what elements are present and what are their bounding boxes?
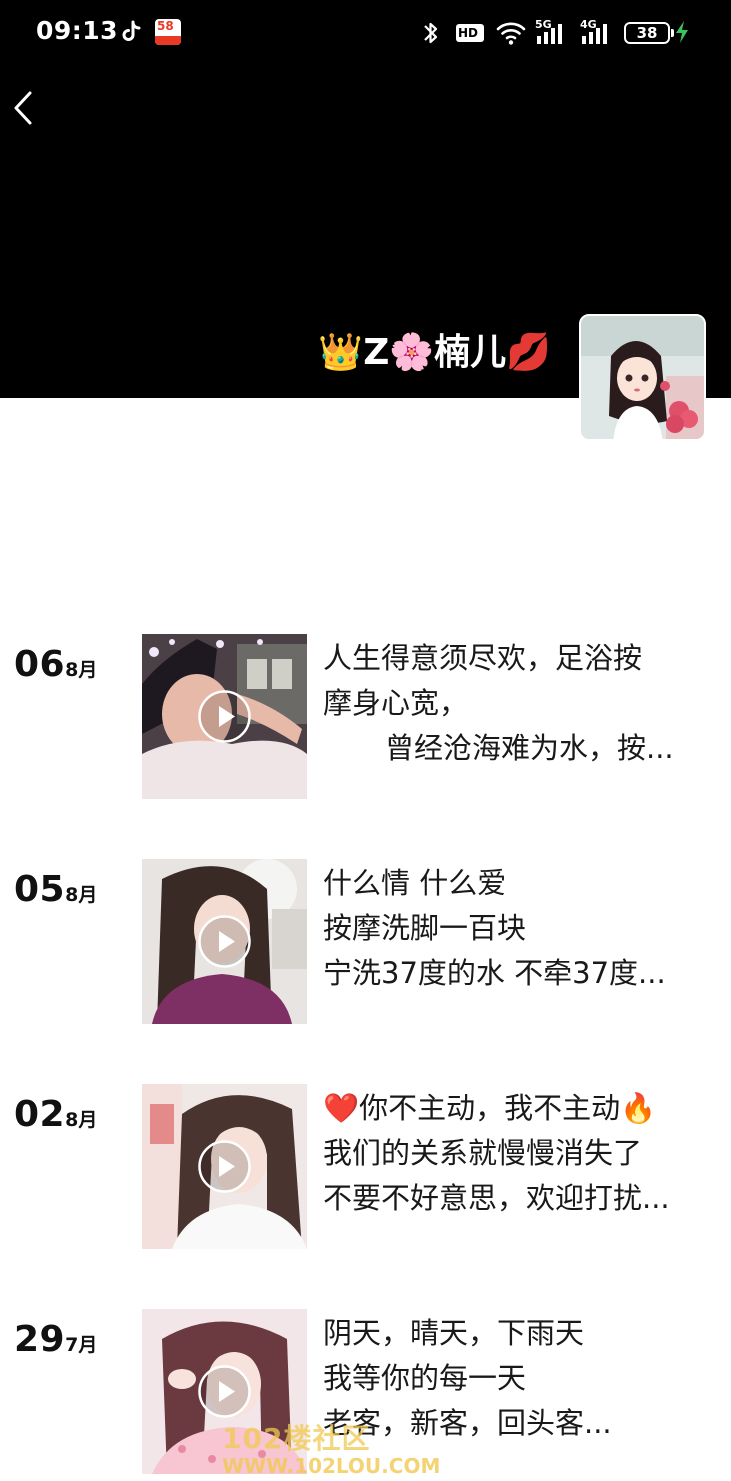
signal-5g-icon: 5G: [535, 16, 571, 50]
profile-name: 👑Z🌸楠儿💋: [318, 332, 551, 373]
tiktok-notification-icon: [122, 20, 141, 41]
video-thumbnail[interactable]: [142, 1084, 307, 1249]
moment-month: 7月: [65, 1334, 98, 1356]
signal-4g-icon: 4G: [580, 16, 616, 50]
caption-line: 阴天，晴天，下雨天: [323, 1316, 585, 1350]
moment-date: 068月: [14, 644, 97, 685]
play-icon: [198, 690, 251, 743]
video-thumbnail[interactable]: [142, 1309, 307, 1474]
profile-avatar[interactable]: [579, 314, 706, 441]
app-58-notification-icon: 58: [155, 19, 181, 45]
caption-line: 人生得意须尽欢，足浴按: [323, 641, 643, 675]
avatar-illustration: [581, 316, 704, 439]
caption-line: ❤️你不主动，我不主动🔥: [323, 1091, 657, 1125]
moment-item[interactable]: 297月 阴天，晴天，下雨天 我等你的每一天 老客，新客，回头客...: [0, 1309, 731, 1474]
battery-level: 38: [636, 24, 658, 42]
play-icon: [198, 1365, 251, 1418]
moment-date: 058月: [14, 869, 97, 910]
caption-line: 不要不好意思，欢迎打扰...: [323, 1181, 670, 1215]
play-icon: [198, 1140, 251, 1193]
moment-day: 29: [14, 1319, 66, 1360]
moment-item[interactable]: 028月 ❤️你不主动，我不主动🔥 我们的关系就慢慢消失了 不要不好意思，欢迎打…: [0, 1084, 731, 1249]
caption-line: 摩身心宽，: [323, 686, 469, 720]
moment-date: 297月: [14, 1319, 97, 1360]
moment-month: 8月: [65, 884, 98, 906]
moment-month: 8月: [65, 659, 98, 681]
play-icon: [198, 915, 251, 968]
moment-item[interactable]: 058月 什么情 什么爱 按摩洗脚一百块 宁洗37度的水 不牵37度...: [0, 859, 731, 1024]
status-time: 09:13: [36, 16, 119, 45]
moment-date: 028月: [14, 1094, 97, 1135]
caption-line: 我等你的每一天: [323, 1361, 527, 1395]
moment-day: 05: [14, 869, 66, 910]
moment-caption: ❤️你不主动，我不主动🔥 我们的关系就慢慢消失了 不要不好意思，欢迎打扰...: [323, 1086, 703, 1221]
caption-line: 曾经沧海难为水，按...: [385, 731, 674, 765]
moment-caption: 阴天，晴天，下雨天 我等你的每一天 老客，新客，回头客...: [323, 1311, 703, 1446]
back-button[interactable]: [6, 86, 46, 130]
video-thumbnail[interactable]: [142, 859, 307, 1024]
wifi-icon: [496, 22, 526, 45]
moments-page: 09:13 58 HD 5G 4G 38 👑Z🌸楠儿💋 068月 人生得意须尽欢…: [0, 0, 731, 1481]
hd-voice-icon: HD: [455, 16, 485, 50]
moment-day: 06: [14, 644, 66, 685]
charging-icon: [676, 21, 688, 43]
caption-line: 老客，新客，回头客...: [323, 1406, 612, 1440]
caption-line: 宁洗37度的水 不牵37度...: [323, 956, 666, 990]
caption-line: 按摩洗脚一百块: [323, 911, 527, 945]
video-thumbnail[interactable]: [142, 634, 307, 799]
caption-line: 什么情 什么爱: [323, 866, 507, 900]
bluetooth-icon: [424, 22, 438, 44]
status-bar: 09:13 58 HD 5G 4G 38: [0, 0, 731, 66]
moment-day: 02: [14, 1094, 66, 1135]
battery-indicator: 38: [624, 22, 674, 44]
moment-month: 8月: [65, 1109, 98, 1131]
caption-line: 我们的关系就慢慢消失了: [323, 1136, 643, 1170]
moment-item[interactable]: 068月 人生得意须尽欢，足浴按 摩身心宽， 曾经沧海难为水，按...: [0, 634, 731, 799]
moment-caption: 人生得意须尽欢，足浴按 摩身心宽， 曾经沧海难为水，按...: [323, 636, 703, 771]
moment-caption: 什么情 什么爱 按摩洗脚一百块 宁洗37度的水 不牵37度...: [323, 861, 703, 996]
